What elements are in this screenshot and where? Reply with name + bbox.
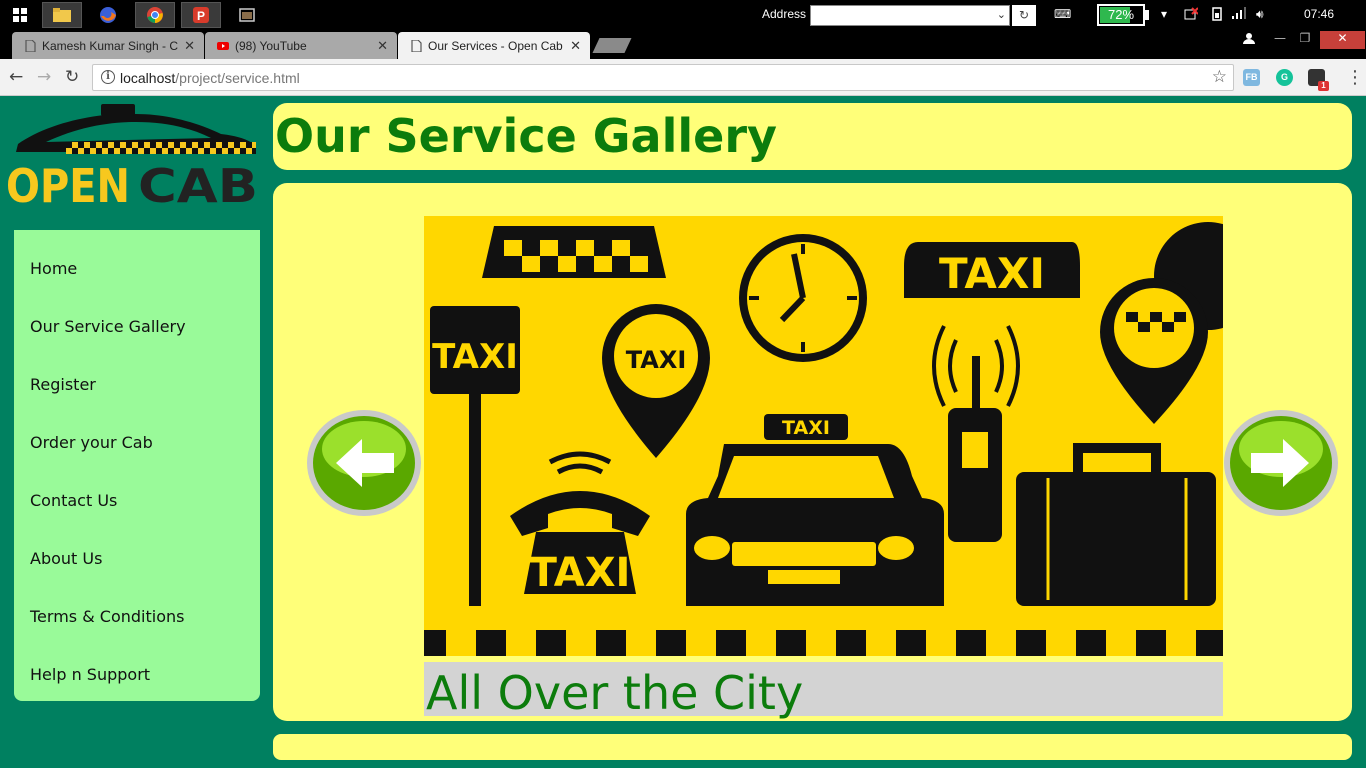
sidebar-item-home[interactable]: Home	[14, 244, 260, 302]
sidebar-item-service-gallery[interactable]: Our Service Gallery	[14, 302, 260, 360]
slide-sign-text-5: TAXI	[782, 417, 830, 439]
url-path: /project/service.html	[175, 70, 300, 86]
forward-arrow-icon[interactable]: →	[37, 67, 51, 87]
menu-dots-icon[interactable]: ⋮	[1346, 67, 1364, 88]
clock[interactable]: 07:46	[1304, 7, 1334, 21]
close-icon[interactable]: ✕	[377, 38, 388, 54]
keyboard-icon[interactable]: ⌨	[1054, 7, 1071, 21]
browser-tab-strip: Kamesh Kumar Singh - C ✕ (98) YouTube ✕ …	[0, 30, 1366, 59]
windows-icon	[13, 8, 27, 22]
header-panel: Our Service Gallery	[273, 103, 1352, 170]
sidebar-item-order-cab[interactable]: Order your Cab	[14, 418, 260, 476]
close-icon[interactable]: ✕	[570, 38, 581, 54]
window-app-icon	[239, 8, 255, 22]
slide-sign-text-2: TAXI	[432, 337, 518, 377]
open-cab-logo[interactable]: OPEN CAB	[6, 102, 260, 210]
battery-tip	[1145, 10, 1149, 20]
taxi-icons-illustration: TAXI TAXI TAXI TAXI TAXI	[424, 216, 1223, 656]
bookmark-star-icon[interactable]: ☆	[1212, 67, 1227, 87]
logo-text-cab: CAB	[138, 159, 258, 210]
start-button[interactable]	[0, 2, 40, 28]
info-icon[interactable]: i	[101, 70, 115, 84]
address-toolbar-label: Address	[762, 7, 807, 21]
youtube-icon	[217, 42, 229, 50]
volume-icon[interactable]: 🔊︎	[1256, 7, 1264, 22]
taskbar-chrome[interactable]	[135, 2, 175, 28]
user-profile-icon[interactable]	[1243, 32, 1255, 50]
firefox-icon	[100, 7, 116, 23]
windows-taskbar: P Address ⌄ ↻ ⌨ 72% ▾ 🔊︎ 07:46	[0, 0, 1366, 30]
sidebar-item-contact[interactable]: Contact Us	[14, 476, 260, 534]
footer-panel	[273, 734, 1352, 760]
gallery-panel: TAXI TAXI TAXI TAXI TAXI All Over the Ci…	[273, 183, 1352, 721]
close-icon[interactable]: ✕	[184, 38, 195, 54]
slide-image: TAXI TAXI TAXI TAXI TAXI	[424, 216, 1223, 656]
signal-icon[interactable]	[1232, 7, 1246, 22]
page-title: Our Service Gallery	[275, 109, 778, 163]
browser-toolbar: ← → ↻ i localhost/project/service.html ☆…	[0, 59, 1366, 96]
minimize-icon[interactable]: —	[1270, 31, 1290, 49]
tab-our-services[interactable]: Our Services - Open Cab ✕	[398, 32, 590, 59]
taskbar-firefox[interactable]	[88, 2, 128, 28]
next-slide-button[interactable]	[1223, 409, 1339, 517]
grammarly-icon[interactable]: G	[1276, 69, 1293, 86]
taskbar-file-explorer[interactable]	[42, 2, 82, 28]
document-icon	[411, 40, 422, 52]
sidebar-nav: Home Our Service Gallery Register Order …	[14, 230, 260, 701]
slide-caption-text: All Over the City	[426, 666, 804, 720]
phone-battery-icon[interactable]	[1212, 7, 1222, 24]
back-arrow-icon[interactable]: ←	[9, 67, 23, 87]
new-tab-button[interactable]	[592, 38, 632, 53]
url-host: localhost	[120, 70, 176, 86]
address-toolbar-input[interactable]: ⌄	[810, 5, 1010, 26]
chrome-icon	[147, 7, 163, 23]
previous-slide-button[interactable]	[306, 409, 422, 517]
page-content: OPEN CAB Home Our Service Gallery Regist…	[0, 96, 1366, 768]
caret-down-icon[interactable]: ▾	[1161, 7, 1167, 21]
tab-title: Our Services - Open Cab	[428, 38, 563, 53]
sidebar-item-terms[interactable]: Terms & Conditions	[14, 592, 260, 650]
chevron-down-icon[interactable]: ⌄	[997, 8, 1006, 21]
tab-youtube[interactable]: (98) YouTube ✕	[205, 32, 397, 59]
logo-text-open: OPEN	[6, 159, 130, 210]
document-icon	[25, 40, 36, 52]
tab-title: (98) YouTube	[235, 38, 307, 53]
address-bar[interactable]: i localhost/project/service.html ☆	[92, 64, 1234, 91]
sidebar-item-register[interactable]: Register	[14, 360, 260, 418]
no-network-icon[interactable]	[1184, 7, 1199, 24]
taskbar-app[interactable]	[227, 2, 267, 28]
slide-sign-text-1: TAXI	[939, 249, 1045, 298]
slide-caption: All Over the City	[424, 662, 1223, 720]
address-refresh-icon[interactable]: ↻	[1012, 5, 1036, 26]
slide-sign-text-3: TAXI	[626, 346, 687, 374]
svg-text:P: P	[197, 9, 205, 23]
url-text[interactable]: localhost/project/service.html	[120, 70, 300, 86]
p-app-icon: P	[193, 7, 209, 23]
tab-title: Kamesh Kumar Singh - C	[42, 38, 179, 53]
battery-percent-text: 72%	[1107, 7, 1135, 22]
battery-indicator[interactable]: 72%	[1097, 4, 1145, 26]
maximize-icon[interactable]: ❐	[1295, 31, 1315, 49]
extension-icon[interactable]: FB	[1243, 69, 1260, 86]
reload-icon[interactable]: ↻	[65, 67, 79, 87]
sidebar-item-about[interactable]: About Us	[14, 534, 260, 592]
checker-stripe	[66, 142, 256, 154]
close-window-icon[interactable]: ✕	[1320, 31, 1365, 49]
sidebar-item-help[interactable]: Help n Support	[14, 650, 260, 708]
folder-icon	[53, 8, 71, 22]
slide-sign-text-4: TAXI	[530, 550, 631, 596]
extension-badge-count: 1	[1318, 81, 1329, 91]
extension-badge-icon[interactable]: 1	[1308, 69, 1329, 91]
taskbar-vpn-app[interactable]: P	[181, 2, 221, 28]
tab-kamesh[interactable]: Kamesh Kumar Singh - C ✕	[12, 32, 204, 59]
